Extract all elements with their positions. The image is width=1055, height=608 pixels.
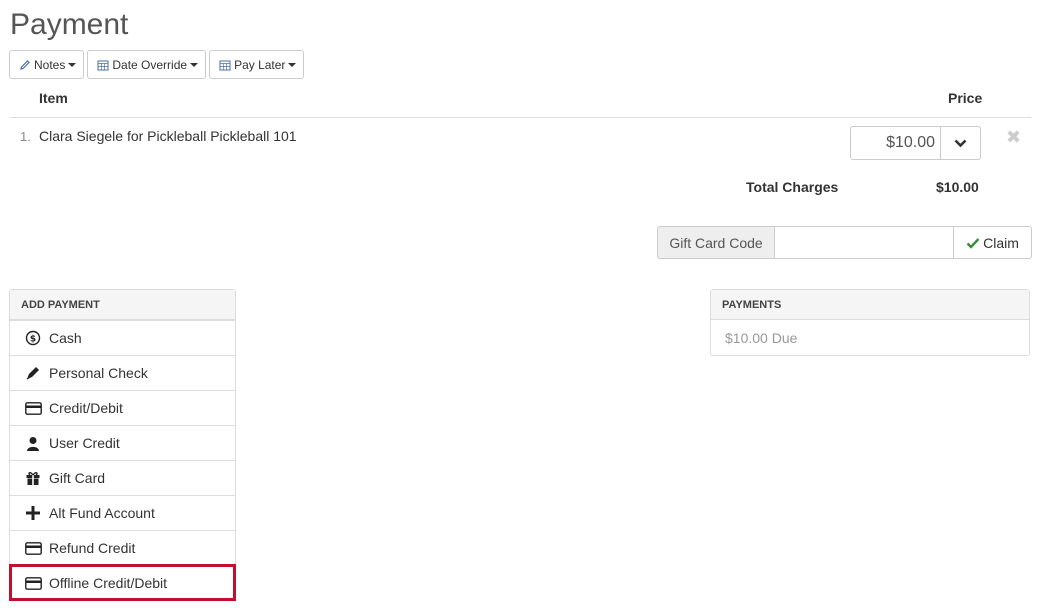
payment-option-refund-credit[interactable]: Refund Credit: [10, 530, 235, 565]
credit-card-icon: [24, 574, 42, 592]
page-title: Payment: [10, 8, 129, 41]
payment-option-user-credit[interactable]: User Credit: [10, 425, 235, 460]
payment-option-label: Refund Credit: [49, 540, 136, 556]
total-charges-value: $10.00: [936, 179, 979, 195]
payment-option-credit-debit[interactable]: Credit/Debit: [10, 390, 235, 425]
remove-item-icon[interactable]: ✖: [1006, 127, 1021, 148]
payments-due-text: $10.00 Due: [725, 329, 798, 346]
payment-option-label: Cash: [49, 330, 82, 346]
payment-option-alt-fund-account[interactable]: Alt Fund Account: [10, 495, 235, 530]
column-header-item: Item: [39, 90, 68, 106]
payment-option-label: Credit/Debit: [49, 400, 123, 416]
claim-button-label: Claim: [983, 234, 1019, 251]
pay-later-button[interactable]: Pay Later: [209, 50, 305, 79]
add-payment-header: ADD PAYMENT: [10, 290, 235, 320]
gift-card-group: Gift Card Code Claim: [657, 226, 1032, 259]
payment-option-label: User Credit: [49, 435, 120, 451]
notes-button[interactable]: Notes: [9, 50, 85, 79]
payment-option-label: Gift Card: [49, 470, 106, 486]
svg-text:$: $: [30, 335, 36, 345]
user-icon: [24, 434, 42, 452]
row-number: 1.: [20, 129, 31, 144]
payments-header: PAYMENTS: [711, 290, 1029, 320]
credit-card-icon: [24, 539, 42, 557]
payments-panel: PAYMENTS $10.00 Due: [710, 289, 1030, 356]
payment-option-personal-check[interactable]: Personal Check: [10, 355, 235, 390]
gift-card-code-label: Gift Card Code: [657, 226, 775, 259]
pencil-icon: [20, 59, 30, 70]
table-divider: [10, 117, 1031, 118]
payment-option-label: Offline Credit/Debit: [49, 575, 168, 591]
row-description: Clara Siegele for Pickleball Pickleball …: [39, 128, 297, 144]
notes-button-label: Notes: [34, 57, 66, 72]
pen-icon: [24, 364, 42, 382]
pay-later-button-label: Pay Later: [234, 57, 286, 72]
gift-icon: [24, 469, 42, 487]
caret-down-icon: [288, 62, 297, 67]
payment-option-label: Alt Fund Account: [49, 505, 155, 521]
date-override-button[interactable]: Date Override: [87, 50, 207, 79]
check-icon: [966, 237, 980, 249]
plus-icon: [24, 504, 42, 522]
claim-button[interactable]: Claim: [954, 226, 1032, 259]
price-dropdown-button[interactable]: [941, 126, 981, 160]
payment-option-label: Personal Check: [49, 365, 148, 381]
calendar-icon: [97, 60, 109, 70]
add-payment-panel: ADD PAYMENT $ Cash Personal Check Credit…: [9, 289, 236, 601]
calendar-icon: [219, 60, 231, 70]
dollar-circle-icon: $: [24, 329, 42, 347]
credit-card-icon: [24, 399, 42, 417]
price-input[interactable]: [850, 126, 941, 160]
toolbar: Notes Date Override Pay Later: [9, 50, 305, 79]
payment-option-gift-card[interactable]: Gift Card: [10, 460, 235, 495]
column-header-price: Price: [948, 90, 983, 106]
caret-down-icon: [68, 62, 77, 67]
caret-down-icon: [190, 62, 199, 67]
gift-card-code-input[interactable]: [775, 226, 954, 259]
date-override-button-label: Date Override: [112, 57, 188, 72]
payment-option-offline-credit-debit[interactable]: Offline Credit/Debit: [9, 564, 236, 601]
price-input-group: [850, 126, 981, 160]
chevron-down-icon: [954, 139, 967, 147]
total-charges-label: Total Charges: [746, 179, 839, 195]
payment-option-cash[interactable]: $ Cash: [10, 320, 235, 355]
